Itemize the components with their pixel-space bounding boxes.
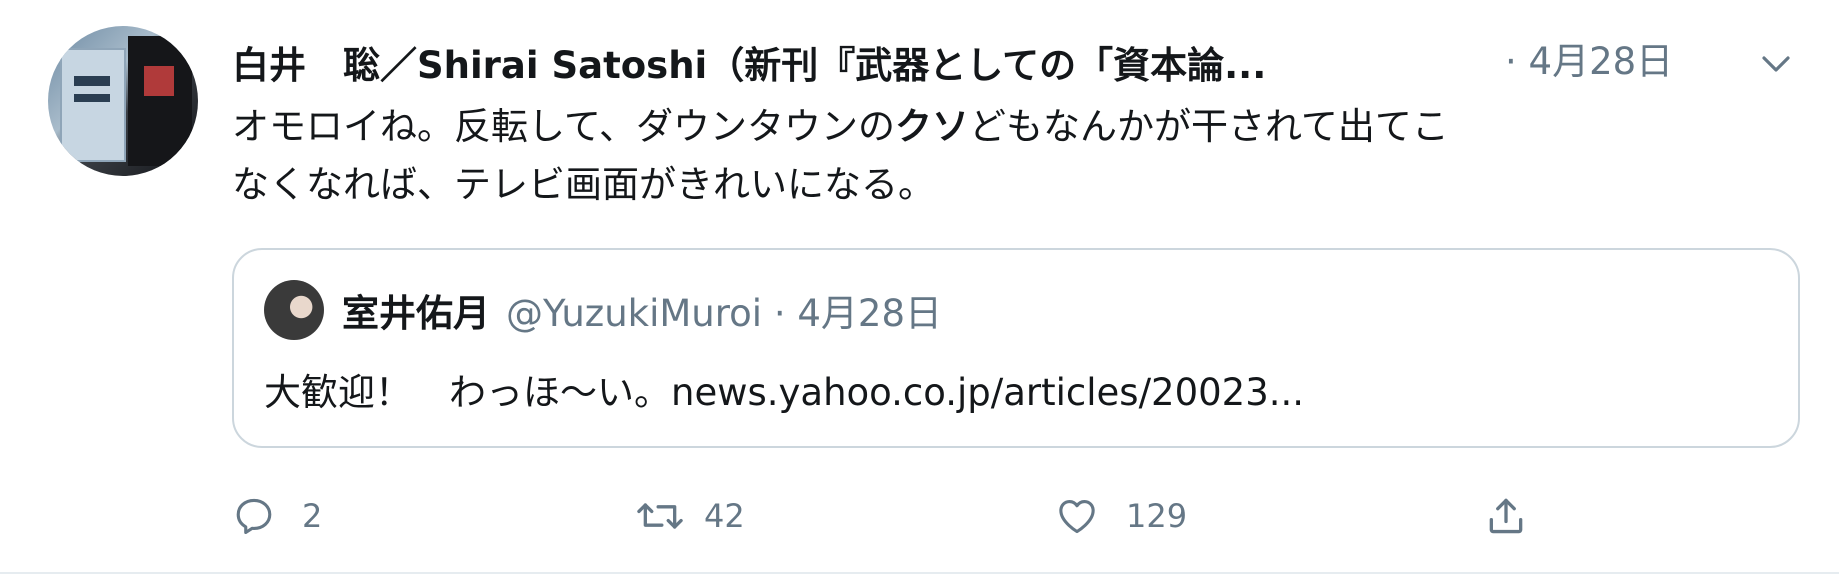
tweet-text-segment: どもなんかが干されて出てこ [969,105,1449,148]
quoted-tweet-text: 大歓迎！ わっほ〜い。news.yahoo.co.jp/articles/200… [264,371,1305,414]
reply-count: 2 [302,497,323,535]
tweet-text-bold: クソ [895,105,970,148]
book-cover-icon [128,36,192,166]
reply-icon [236,498,272,535]
quoted-tweet-card[interactable]: 室井佑月 @YuzukiMuroi · 4月28日 大歓迎！ わっほ〜い。new… [232,248,1800,448]
like-button[interactable]: 129 [1054,488,1187,544]
retweet-count: 42 [704,497,745,535]
heart-icon [1059,499,1095,534]
author-avatar[interactable] [48,26,198,176]
quoted-author-name: 室井佑月 [342,292,490,335]
author-display-name[interactable]: 白井 聡／Shirai Satoshi（新刊『武器としての「資本論... [232,35,1266,89]
like-count: 129 [1126,497,1188,535]
retweet-icon [637,503,683,529]
share-icon [1489,498,1523,534]
tweet-text-line-2: なくなれば、テレビ画面がきれいになる。 [232,163,935,206]
tweet-actions: 2 42 129 [232,488,1792,544]
tweet[interactable]: 白井 聡／Shirai Satoshi（新刊『武器としての「資本論... · 4… [0,0,1839,579]
tweet-text-line-1: オモロイね。反転して、ダウンタウンのクソどもなんかが干されて出てこ [232,98,1792,156]
reply-button[interactable]: 2 [232,488,322,544]
quoted-handle-date: @YuzukiMuroi · 4月28日 [506,292,942,335]
tweet-text-segment: オモロイね。反転して、ダウンタウンの [232,105,896,148]
divider [0,572,1839,574]
quoted-author-avatar [264,280,324,340]
tweet-date[interactable]: · 4月28日 [1505,34,1673,90]
retweet-button[interactable]: 42 [636,488,745,544]
tweet-text: オモロイね。反転して、ダウンタウンのクソどもなんかが干されて出てこ なくなれば、… [232,98,1792,214]
quoted-tweet-header: 室井佑月 @YuzukiMuroi · 4月28日 [342,280,942,340]
chevron-down-icon[interactable] [1758,46,1794,82]
tweet-header: 白井 聡／Shirai Satoshi（新刊『武器としての「資本論... [232,34,1266,90]
share-button[interactable] [1484,488,1528,544]
book-cover-icon [60,48,126,162]
